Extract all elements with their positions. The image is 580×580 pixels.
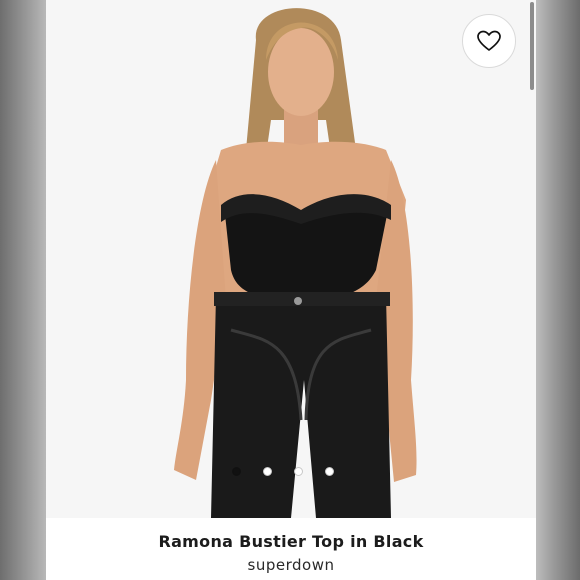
heart-outline-icon [477,30,501,51]
right-bezel [536,0,580,580]
gallery-dot-2[interactable] [263,467,272,476]
model-photo [46,0,536,518]
product-image[interactable] [46,0,536,518]
scrollbar[interactable] [530,2,534,90]
gallery-pagination [46,467,528,479]
product-title[interactable]: Ramona Bustier Top in Black [46,532,536,551]
product-brand[interactable]: superdown [46,556,536,574]
gallery-dot-3[interactable] [294,467,303,476]
gallery-dot-4[interactable] [325,467,334,476]
phone-screenshot: Ramona Bustier Top in Black superdown [0,0,580,580]
product-info: Ramona Bustier Top in Black superdown [46,518,536,580]
gallery-dot-1[interactable] [232,467,241,476]
left-bezel [0,0,46,580]
favorite-button[interactable] [462,14,516,68]
product-page: Ramona Bustier Top in Black superdown [46,0,536,580]
